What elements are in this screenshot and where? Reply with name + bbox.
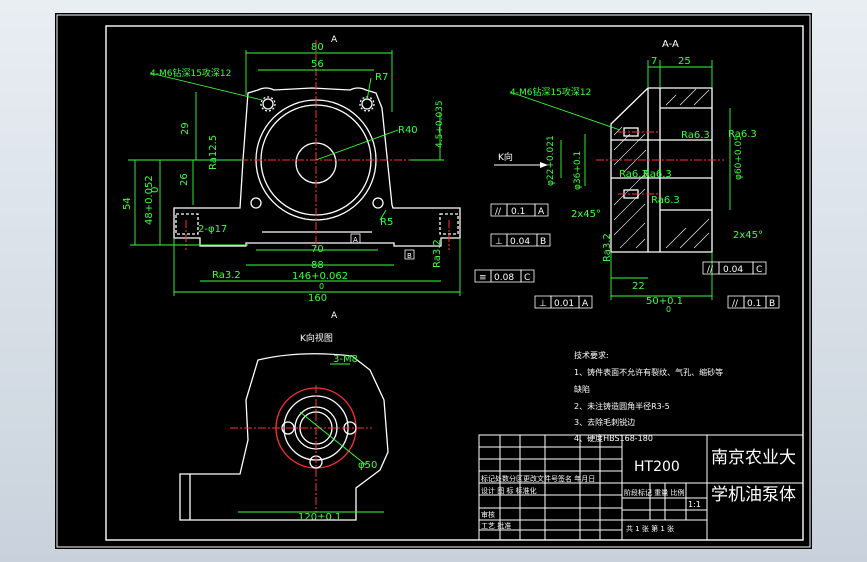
tech-line-2: 2、未注铸造圆角半径R3-5 <box>574 401 670 411</box>
dim-phi60: φ60+0.05 <box>734 135 744 180</box>
row-design: 设计 图 标 标准化 <box>481 486 537 495</box>
dim-146-lower: 0 <box>319 282 324 291</box>
datum-a-front: A <box>353 236 358 244</box>
dim-25: 25 <box>678 56 691 67</box>
svg-text://: // <box>732 299 739 309</box>
tech-title: 技术要求: <box>574 350 609 360</box>
svg-text:≡: ≡ <box>479 273 487 283</box>
holes-note-front: 4-M6钻深15攻深12 <box>150 67 231 79</box>
ra-6-3-a: Ra6.3 <box>728 129 757 140</box>
ra-3-2-b: Ra3.2 <box>432 239 443 268</box>
dim-26: 26 <box>179 173 190 186</box>
k-view-title: K向视图 <box>300 332 333 344</box>
dim-146: 146+0.062 <box>292 271 348 282</box>
row-stage: 阶段标记 重量 比例 <box>624 488 684 497</box>
scale-value: 1:1 <box>688 500 701 509</box>
cad-drawing-canvas[interactable]: 80 56 R7 R40 4.5+0.035 29 Ra12.5 26 48+0… <box>0 0 867 562</box>
dim-50-lower: 0 <box>666 305 671 314</box>
dim-phi50: φ50 <box>358 460 377 471</box>
svg-text:K向: K向 <box>498 151 513 163</box>
dim-3-m8: 3-M8 <box>333 354 358 365</box>
dim-phi17: 2-φ17 <box>198 224 227 235</box>
ra-6-3-b: Ra6.3 <box>681 130 710 141</box>
tech-line-3: 3、去除毛刺锐边 <box>574 417 635 427</box>
dim-50: 50+0.1 <box>646 296 683 307</box>
dim-120: 120±0.1 <box>298 512 341 523</box>
company-line-2: 学机油泵体 <box>711 485 796 505</box>
dim-phi36: φ36+0.1 <box>573 151 583 190</box>
svg-text://: // <box>495 207 502 217</box>
row-revision: 标记处数分区更改文件号签名 年月日 <box>481 474 595 483</box>
company-line-1: 南京农业大 <box>711 448 796 468</box>
svg-text:⊥: ⊥ <box>539 299 547 309</box>
ra-6-3-e: Ra6.3 <box>651 195 680 206</box>
row-process: 工艺 批准 <box>481 521 511 530</box>
svg-text:B: B <box>540 237 546 247</box>
svg-text:0.1: 0.1 <box>511 207 525 217</box>
dim-r7: R7 <box>375 72 388 83</box>
dim-56: 56 <box>311 59 324 70</box>
dim-80: 80 <box>311 42 324 53</box>
svg-text:0.1: 0.1 <box>747 299 761 309</box>
chamfer-b: 2x45° <box>733 230 763 241</box>
svg-text:C: C <box>524 273 530 283</box>
svg-text:A: A <box>538 207 545 217</box>
dim-29: 29 <box>180 122 191 135</box>
application-window: 80 56 R7 R40 4.5+0.035 29 Ra12.5 26 48+0… <box>0 0 867 562</box>
dim-22: 22 <box>632 281 645 292</box>
section-marker-bottom: A <box>331 311 338 321</box>
material-label: HT200 <box>634 459 680 475</box>
svg-text:B: B <box>769 299 775 309</box>
svg-text:C: C <box>756 265 762 275</box>
dim-7: 7 <box>651 56 657 67</box>
ra-6-3-d: Ra6.3 <box>643 169 672 180</box>
dim-48: 48+0.052 <box>144 175 155 225</box>
dim-88: 88 <box>311 260 324 271</box>
ra-3-2: Ra3.2 <box>212 270 241 281</box>
section-title: A-A <box>662 39 679 50</box>
dim-48-lower: 0 <box>150 187 161 193</box>
dim-phi22: φ22+0.021 <box>546 135 556 186</box>
section-marker-top: A <box>331 35 338 45</box>
holes-note-section: 4-M6钻深15攻深12 <box>510 86 591 98</box>
svg-text:0.04: 0.04 <box>510 237 530 247</box>
svg-text://: // <box>707 265 714 275</box>
ra-12-5: Ra12.5 <box>208 135 219 170</box>
dim-r40: R40 <box>398 125 418 136</box>
svg-text:0.08: 0.08 <box>494 273 514 283</box>
tech-line-1: 1、铸件表面不允许有裂纹、气孔、缩砂等 <box>574 367 723 377</box>
svg-text:0.04: 0.04 <box>723 265 743 275</box>
dim-70: 70 <box>311 244 324 255</box>
chamfer-a: 2x45° <box>571 209 601 220</box>
row-check: 审核 <box>481 510 495 519</box>
tech-line-1b: 缺陷 <box>574 384 590 394</box>
ra-3-2-section: Ra3.2 <box>602 233 613 262</box>
dim-160: 160 <box>308 293 327 304</box>
dim-54: 54 <box>122 197 133 210</box>
svg-text:A: A <box>582 299 589 309</box>
svg-text:⊥: ⊥ <box>495 237 503 247</box>
dim-4-5: 4.5+0.035 <box>435 100 445 148</box>
svg-text:0.01: 0.01 <box>554 299 574 309</box>
datum-b-front: B <box>407 252 412 260</box>
dim-r5: R5 <box>380 217 393 228</box>
row-sheets: 共 1 张 第 1 张 <box>626 524 674 533</box>
